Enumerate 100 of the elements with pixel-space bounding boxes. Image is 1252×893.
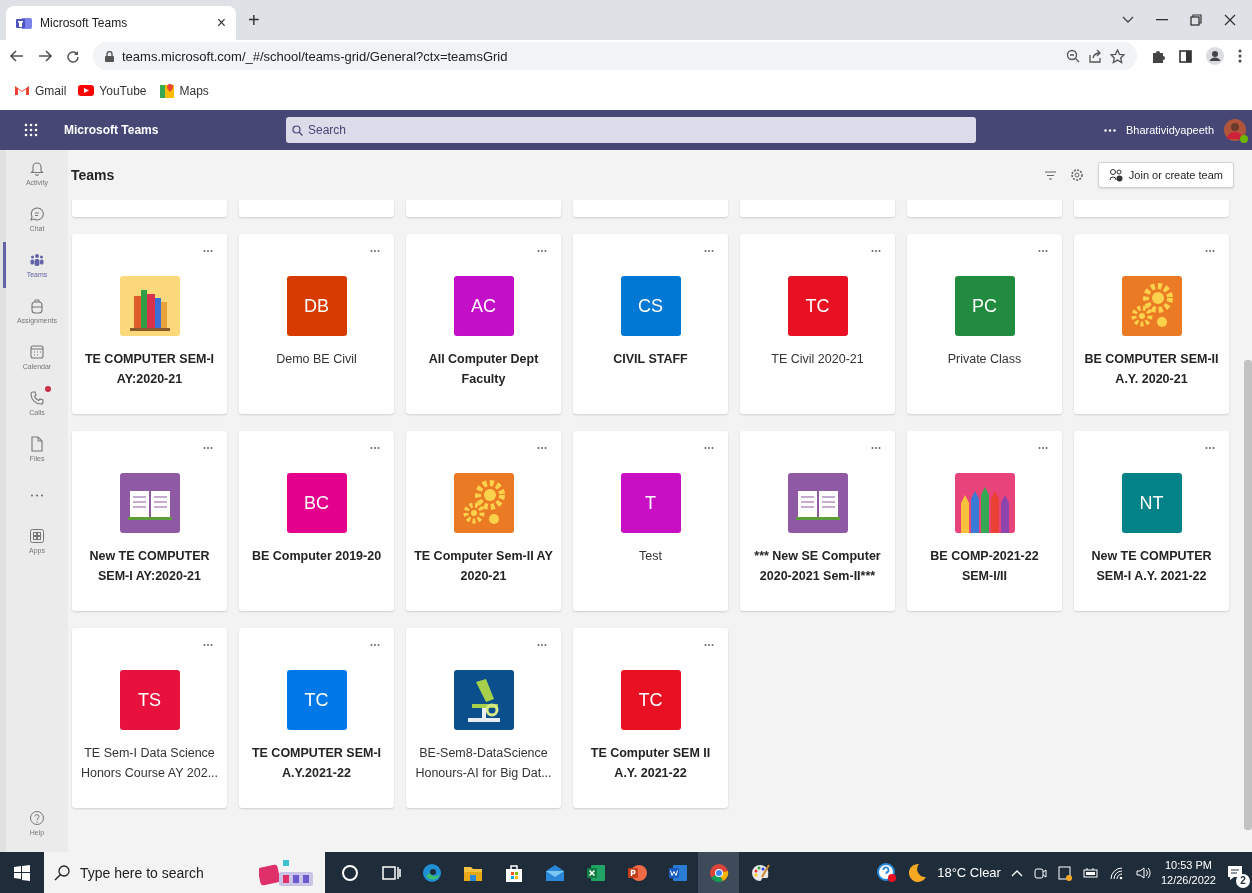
team-card[interactable]: BE COMPUTER SEM-II A.Y. 2020-21: [1074, 234, 1229, 414]
team-card[interactable]: TC TE COMPUTER SEM-I A.Y.2021-22: [239, 628, 394, 808]
team-name: Demo BE Civil: [275, 351, 358, 368]
more-icon[interactable]: [871, 445, 881, 451]
more-icon[interactable]: [704, 642, 714, 648]
team-card[interactable]: TC TE Computer SEM II A.Y. 2021-22: [573, 628, 728, 808]
team-card[interactable]: TS TE Sem-I Data Science Honors Course AY 202...: [72, 628, 227, 808]
chrome-icon[interactable]: [708, 862, 729, 883]
team-card[interactable]: CS CIVIL STAFF: [573, 234, 728, 414]
meet-now-icon[interactable]: [1032, 865, 1047, 880]
reload-icon[interactable]: [66, 49, 79, 63]
user-name: Bharatividyapeeth: [1125, 124, 1214, 136]
team-card[interactable]: BE-Sem8-DataScience Honours-AI for Big Dat...: [406, 628, 561, 808]
team-card[interactable]: TC TE Civil 2020-21: [740, 234, 895, 414]
taskbar-search-field[interactable]: Type here to search: [44, 852, 325, 893]
moon-icon[interactable]: [907, 862, 928, 883]
bookmark-link[interactable]: Maps: [158, 83, 209, 99]
puzzle-icon[interactable]: [1151, 49, 1165, 63]
back-icon[interactable]: [10, 50, 24, 62]
bookmark-link[interactable]: Gmail: [14, 83, 67, 99]
more-icon[interactable]: [537, 642, 547, 648]
more-icon[interactable]: [203, 248, 213, 254]
more-icon[interactable]: [1205, 248, 1215, 254]
more-icon[interactable]: [370, 642, 380, 648]
team-card[interactable]: BC BE Computer 2019-20: [239, 431, 394, 611]
team-card[interactable]: AC All Computer Dept Faculty: [406, 234, 561, 414]
join-or-create-team-button[interactable]: Join or create team: [1097, 162, 1234, 188]
avatar-icon[interactable]: [1224, 119, 1246, 141]
weather-text[interactable]: 18°C Clear: [937, 865, 1001, 880]
team-card[interactable]: DB Demo BE Civil: [239, 234, 394, 414]
more-icon[interactable]: [871, 248, 881, 254]
more-icon[interactable]: [1038, 248, 1048, 254]
wifi-icon[interactable]: [1108, 865, 1125, 880]
browser-tab[interactable]: Microsoft Teams ×: [6, 6, 236, 40]
more-icon[interactable]: [1205, 445, 1215, 451]
minimize-icon[interactable]: [1156, 19, 1168, 21]
more-icon[interactable]: [704, 248, 714, 254]
volume-icon[interactable]: [1134, 865, 1151, 880]
more-icon[interactable]: [1103, 128, 1116, 132]
share-icon[interactable]: [1088, 49, 1102, 63]
store-icon[interactable]: [503, 862, 524, 883]
team-card[interactable]: T Test: [573, 431, 728, 611]
windows-logo-icon[interactable]: [14, 864, 30, 881]
pencils-icon: [954, 473, 1015, 533]
more-icon[interactable]: [370, 248, 380, 254]
bell-icon: [29, 160, 45, 176]
team-card[interactable]: TE COMPUTER SEM-I AY:2020-21: [72, 234, 227, 414]
slides-app-icon[interactable]: [626, 862, 647, 883]
address-bar[interactable]: teams.microsoft.com/_#/school/teams-grid/General?ctx=teamsGrid: [93, 42, 1137, 70]
zoom-out-icon[interactable]: [1066, 49, 1080, 63]
more-icon[interactable]: [537, 248, 547, 254]
team-name: TE Sem-I Data Science Honors Course AY 202...: [79, 745, 220, 782]
restore-icon[interactable]: [1190, 14, 1202, 26]
app-launcher-icon[interactable]: [24, 123, 38, 137]
file-icon: [29, 436, 45, 452]
more-icon[interactable]: [537, 445, 547, 451]
team-name: CIVIL STAFF: [612, 351, 689, 368]
forward-icon[interactable]: [38, 50, 52, 62]
team-card[interactable]: BE COMP-2021-22 SEM-I/II: [907, 431, 1062, 611]
new-tab-icon[interactable]: +: [248, 9, 260, 32]
filter-icon[interactable]: [1044, 170, 1056, 180]
more-icon[interactable]: [203, 445, 213, 451]
battery-icon[interactable]: [1082, 866, 1099, 879]
settings-icon[interactable]: [1069, 168, 1084, 182]
close-icon[interactable]: ×: [216, 14, 226, 32]
chevron-down-icon[interactable]: [1122, 16, 1134, 24]
side-panel-icon[interactable]: [1179, 49, 1192, 63]
notifications-icon[interactable]: [1226, 863, 1244, 882]
team-card[interactable]: TE Computer Sem-II AY 2020-21: [406, 431, 561, 611]
chevron-up-icon[interactable]: [1010, 868, 1023, 877]
close-icon[interactable]: [1224, 14, 1236, 26]
spreadsheet-app-icon[interactable]: [585, 862, 606, 883]
clock-date[interactable]: 12/26/2022: [1160, 872, 1216, 888]
map-pin-icon: [158, 83, 175, 99]
document-app-icon[interactable]: [667, 862, 688, 883]
more-icon[interactable]: [704, 445, 714, 451]
edge-icon[interactable]: [421, 862, 442, 883]
search-field[interactable]: Search: [286, 117, 976, 143]
more-icon[interactable]: [370, 445, 380, 451]
more-icon[interactable]: [1238, 49, 1242, 63]
clock-time[interactable]: 10:53 PM: [1164, 857, 1212, 873]
more-icon[interactable]: [203, 642, 213, 648]
help-icon: [29, 810, 45, 826]
scrollbar-thumb[interactable]: [1244, 360, 1252, 830]
cortana-icon[interactable]: [339, 862, 360, 883]
device-icon[interactable]: [1056, 864, 1073, 881]
paint-palette-icon[interactable]: [749, 862, 770, 883]
team-card[interactable]: PC Private Class: [907, 234, 1062, 414]
team-card[interactable]: *** New SE Computer 2020-2021 Sem-II***: [740, 431, 895, 611]
profile-icon[interactable]: [1206, 47, 1224, 65]
help-tips-icon[interactable]: [877, 862, 898, 883]
team-name: BE-Sem8-DataScience Honours-AI for Big Dat...: [414, 745, 553, 782]
more-icon[interactable]: [1038, 445, 1048, 451]
mail-icon[interactable]: [544, 862, 565, 883]
open-book-icon: [119, 473, 180, 533]
bookmark-link[interactable]: YouTube: [78, 83, 147, 99]
team-card[interactable]: NT New TE COMPUTER SEM-I A.Y. 2021-22: [1074, 431, 1229, 611]
team-card[interactable]: New TE COMPUTER SEM-I AY:2020-21: [72, 431, 227, 611]
star-icon[interactable]: [1110, 48, 1125, 64]
tab-title: Microsoft Teams: [40, 16, 129, 30]
